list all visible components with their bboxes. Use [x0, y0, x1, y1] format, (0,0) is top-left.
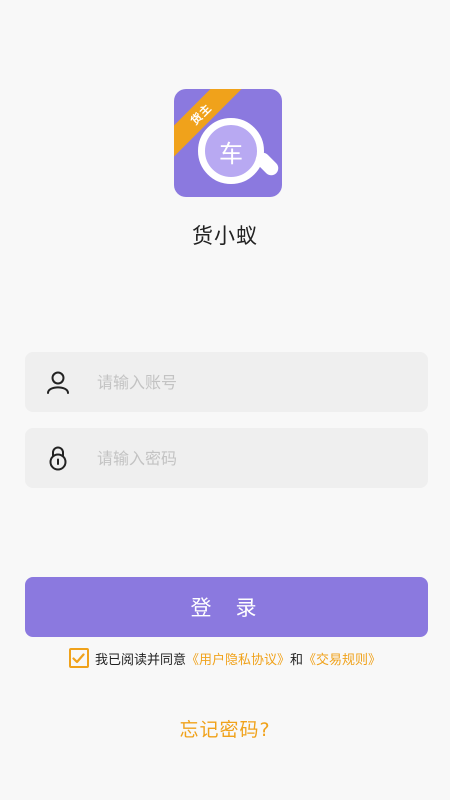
password-field[interactable]: [25, 428, 428, 488]
lock-icon: [49, 446, 67, 471]
user-icon: [47, 371, 69, 394]
check-icon: [72, 652, 86, 663]
account-field[interactable]: [25, 352, 428, 412]
agreement-and: 和: [290, 652, 304, 668]
account-input[interactable]: [95, 371, 379, 393]
magnifier-icon: 车: [198, 118, 264, 184]
forgot-password-link[interactable]: 忘记密码?: [0, 715, 450, 742]
app-logo: 货主 车: [174, 89, 282, 197]
privacy-policy-link[interactable]: 《用户隐私协议》: [186, 649, 290, 668]
app-name: 货小蚁: [192, 224, 258, 248]
app-logo-tile: 货主 车: [174, 89, 282, 197]
magnifier-handle: [252, 149, 282, 179]
agreement-prefix: 我已阅读并同意: [94, 652, 186, 668]
agree-checkbox[interactable]: [68, 648, 89, 668]
login-button[interactable]: 登录: [25, 577, 428, 637]
trade-rules-link[interactable]: 《交易规则》: [303, 649, 381, 668]
password-input[interactable]: [95, 447, 379, 469]
lens-char: 车: [219, 139, 243, 168]
agreement-row: 我已阅读并同意 《用户隐私协议》 和 《交易规则》: [0, 648, 450, 668]
